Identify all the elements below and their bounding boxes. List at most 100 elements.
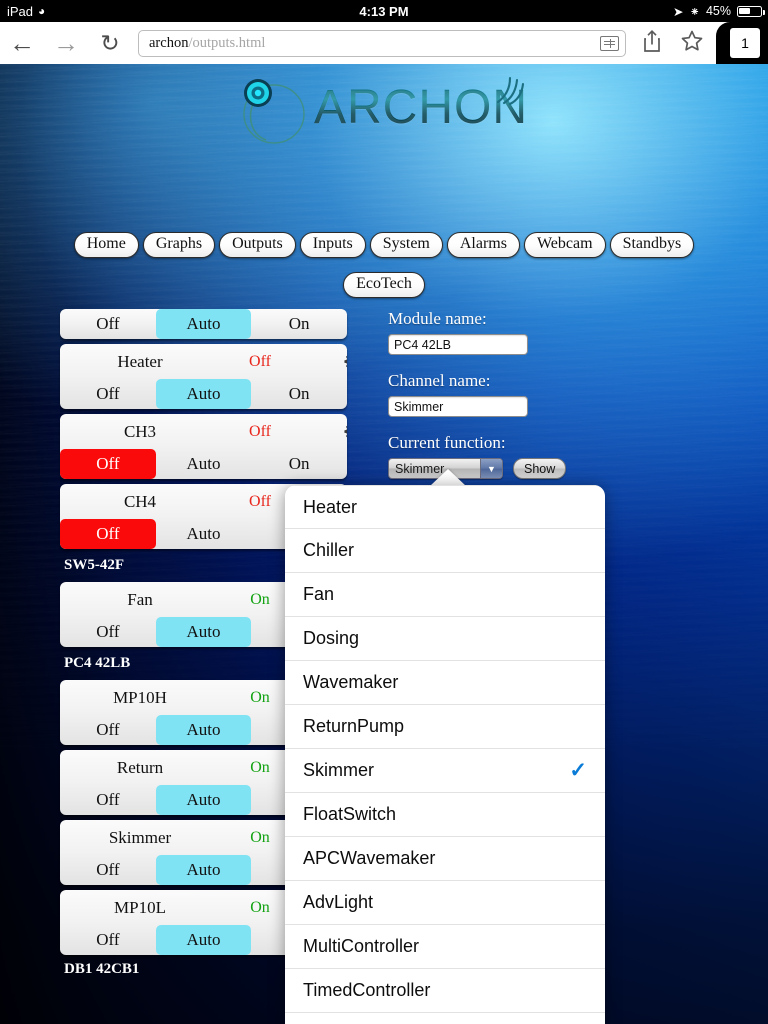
function-option[interactable]: ReturnPump✓ [285, 705, 605, 749]
function-option[interactable]: Chiller✓ [285, 529, 605, 573]
ios-status-bar: iPad ◕ 4:13 PM ➤ ⁕ 45% [0, 0, 768, 22]
output-mode-auto-button[interactable]: Auto [155, 785, 252, 815]
output-mode-auto-button[interactable]: Auto [155, 925, 252, 955]
output-name-label: MP10L [114, 897, 166, 917]
output-mode-off-button[interactable]: Off [60, 617, 156, 647]
checkmark-icon: ✓ [569, 759, 587, 782]
output-row: Heater Off Off Auto On [60, 344, 347, 409]
function-option-label: FloatSwitch [303, 804, 397, 824]
primary-nav: Home Graphs Outputs Inputs System Alarms Webca… [0, 232, 768, 258]
function-option[interactable]: APCWavemaker✓ [285, 837, 605, 881]
output-mode-off-button[interactable]: Off [60, 519, 156, 549]
output-mode-segmented-control: OffAutoOn [60, 379, 347, 409]
function-option-label: Dosing [303, 628, 360, 648]
nav-item-ecotech[interactable]: EcoTech [343, 272, 425, 298]
output-name-label: Return [116, 757, 164, 777]
status-bar-clock: 4:13 PM [359, 3, 409, 19]
output-name-label: CH3 [123, 421, 157, 441]
module-name-input[interactable]: PC4 42LB [388, 334, 528, 355]
url-host: archon [149, 34, 189, 51]
function-option[interactable]: Wavemaker✓ [285, 661, 605, 705]
channel-name-label: Channel name: [388, 371, 491, 390]
function-option[interactable]: Dosing✓ [285, 617, 605, 661]
output-mode-segmented-control: OffAutoOn [60, 449, 347, 479]
reload-icon[interactable]: ↻ [88, 31, 132, 55]
output-mode-off-button[interactable]: Off [60, 855, 156, 885]
nav-item-graphs[interactable]: Graphs [142, 232, 216, 258]
module-name-label: Module name: [388, 309, 487, 328]
tab-count-button[interactable]: 1 [730, 28, 760, 58]
gear-icon[interactable] [343, 352, 347, 371]
function-option[interactable]: Heater✓ [285, 485, 605, 529]
nav-item-outputs[interactable]: Outputs [219, 232, 296, 258]
address-bar[interactable]: archon/outputs.html [138, 29, 626, 57]
output-mode-on-button[interactable]: On [251, 379, 347, 409]
output-mode-off-button[interactable]: Off [60, 309, 156, 339]
function-option[interactable]: Skimmer ✓ [285, 749, 605, 793]
battery-percent-label: 45% [705, 4, 731, 18]
function-option[interactable]: MultiController✓ [285, 925, 605, 969]
output-mode-off-button[interactable]: Off [60, 379, 156, 409]
output-row-header: CH3 Off [60, 414, 347, 449]
gear-icon-svg [344, 355, 347, 368]
gear-icon[interactable] [343, 422, 347, 441]
output-mode-on-button[interactable]: On [251, 309, 347, 339]
output-name-label: CH4 [123, 491, 157, 511]
current-function-label: Current function: [388, 433, 506, 452]
site-logo: ARCHON [0, 72, 768, 150]
function-option-label: ReturnPump [303, 716, 405, 736]
chevron-down-icon[interactable]: ▼ [480, 459, 502, 478]
nav-item-alarms[interactable]: Alarms [446, 232, 520, 258]
output-mode-off-button[interactable]: Off [60, 925, 156, 955]
output-mode-on-button[interactable]: On [251, 449, 347, 479]
share-icon-svg [644, 29, 660, 52]
gear-icon-svg [344, 425, 347, 438]
output-mode-auto-button[interactable]: Auto [155, 855, 252, 885]
channel-name-input[interactable]: Skimmer [388, 396, 528, 417]
function-option[interactable]: Fan✓ [285, 573, 605, 617]
function-option-label: APCWavemaker [303, 848, 436, 868]
function-option[interactable]: MLC✓ [285, 1013, 605, 1024]
output-state-label: Off [249, 422, 271, 440]
function-option-label: Skimmer [303, 760, 374, 780]
function-option-label: Chiller [303, 540, 355, 560]
nav-item-home[interactable]: Home [73, 232, 139, 258]
battery-icon [737, 5, 765, 17]
output-mode-auto-button[interactable]: Auto [155, 379, 252, 409]
output-mode-off-button[interactable]: Off [60, 715, 156, 745]
output-row-header: Heater Off [60, 344, 347, 379]
function-option[interactable]: FloatSwitch✓ [285, 793, 605, 837]
output-name-label: Heater [117, 351, 163, 371]
nav-item-inputs[interactable]: Inputs [299, 232, 366, 258]
show-button[interactable]: Show [513, 458, 567, 479]
secondary-nav: EcoTech [0, 272, 768, 298]
popover-arrow [430, 469, 466, 486]
function-picker-popover: Heater✓Chiller✓Fan✓Dosing✓Wavemaker✓Retu… [285, 485, 605, 1024]
output-mode-auto-button[interactable]: Auto [156, 519, 252, 549]
function-option-label: MultiController [303, 936, 420, 956]
star-icon[interactable] [672, 29, 712, 58]
share-icon[interactable] [632, 29, 672, 58]
location-arrow-icon: ➤ [673, 4, 684, 19]
output-mode-auto-button[interactable]: Auto [156, 449, 252, 479]
function-option[interactable]: TimedController✓ [285, 969, 605, 1013]
reader-view-icon[interactable] [600, 35, 619, 51]
output-state-label: Off [249, 352, 271, 370]
output-row: CH3 Off Off Auto On [60, 414, 347, 479]
function-option-label: TimedController [303, 980, 431, 1000]
function-option[interactable]: AdvLight✓ [285, 881, 605, 925]
bluetooth-icon: ⁕ [689, 4, 700, 19]
url-path: /outputs.html [188, 34, 266, 51]
forward-arrow-icon[interactable]: → [44, 30, 88, 56]
output-mode-off-button[interactable]: Off [60, 449, 156, 479]
output-mode-off-button[interactable]: Off [60, 785, 156, 815]
nav-item-system[interactable]: System [369, 232, 443, 258]
output-mode-auto-button[interactable]: Auto [155, 617, 252, 647]
output-mode-auto-button[interactable]: Auto [155, 309, 252, 339]
safari-toolbar: ← → ↻ archon/outputs.html [0, 22, 768, 64]
nav-item-webcam[interactable]: Webcam [523, 232, 606, 258]
back-arrow-icon[interactable]: ← [0, 30, 44, 56]
web-page: ARCHON Home Graphs Outputs Inputs System Alar… [0, 64, 768, 1024]
nav-item-standbys[interactable]: Standbys [609, 232, 695, 258]
output-mode-auto-button[interactable]: Auto [155, 715, 252, 745]
